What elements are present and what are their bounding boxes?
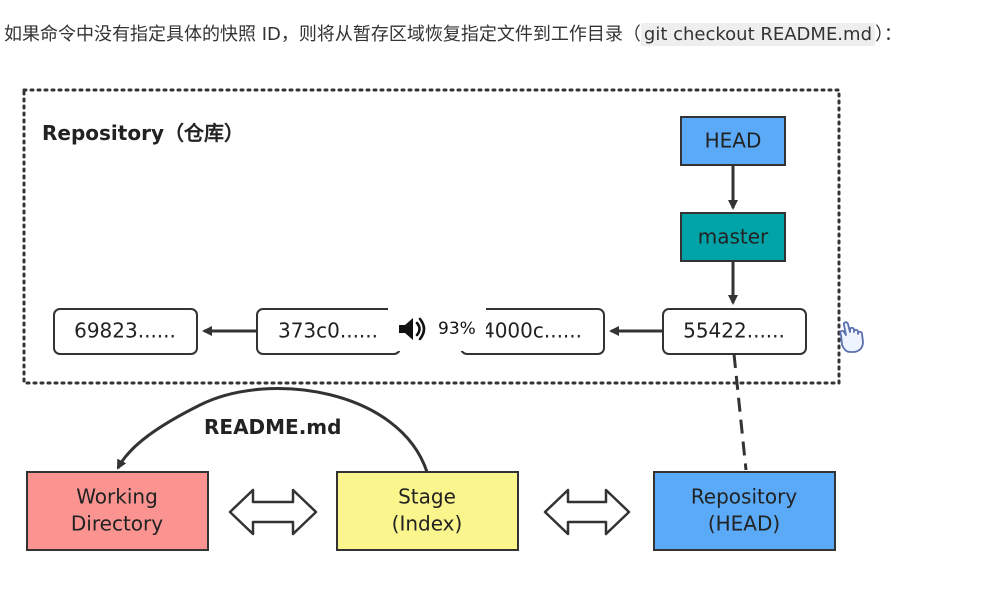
commit-label-1: 69823...... — [74, 319, 176, 343]
speaker-icon — [399, 317, 426, 341]
repo-line1: Repository — [691, 485, 798, 509]
flow-label: README.md — [204, 415, 341, 439]
hand-cursor-icon — [839, 321, 864, 353]
commit-label-4: 55422...... — [683, 319, 785, 343]
repository-label: Repository（仓库） — [42, 121, 244, 145]
git-diagram: Repository（仓库） HEAD master 69823...... 3… — [22, 88, 841, 551]
double-arrow-stage-repo — [543, 488, 631, 536]
working-line2: Directory — [71, 512, 163, 536]
dashed-link-commit-to-repo — [732, 353, 748, 471]
volume-overlay: 93% — [388, 307, 486, 351]
commit-label-2: 373c0...... — [278, 319, 378, 343]
commit-label-3: 4000c...... — [482, 319, 582, 343]
head-ref-label: HEAD — [705, 129, 762, 153]
working-line1: Working — [76, 485, 158, 509]
stage-line1: Stage — [398, 485, 456, 509]
volume-level: 93% — [438, 319, 476, 339]
stage-line2: (Index) — [392, 512, 463, 536]
repo-line2: (HEAD) — [708, 512, 780, 536]
master-ref-label: master — [698, 225, 769, 249]
double-arrow-working-stage — [228, 488, 318, 536]
